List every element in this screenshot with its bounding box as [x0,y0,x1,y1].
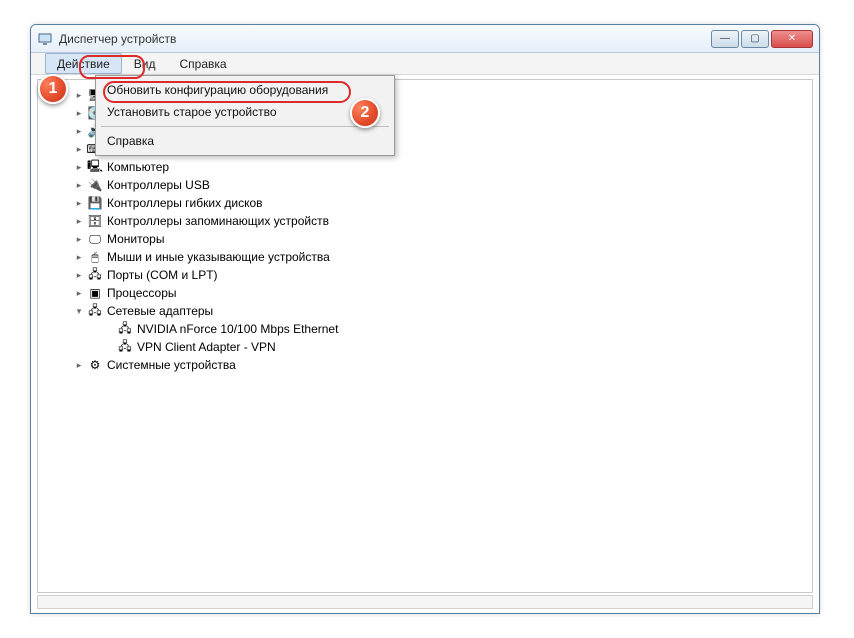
tree-child-node[interactable]: 🖧 VPN Client Adapter - VPN [42,338,812,356]
expand-icon[interactable]: ▸ [74,234,84,244]
window-controls: — ▢ ✕ [711,30,813,48]
menu-item-справка[interactable]: Справка [167,53,238,74]
tree-node-label: Процессоры [107,286,177,300]
tree-node-label: Контроллеры запоминающих устройств [107,214,329,228]
minimize-button[interactable]: — [711,30,739,48]
tree-node-label: VPN Client Adapter - VPN [137,340,276,354]
tree-node[interactable]: ▸🖳 Компьютер [42,158,812,176]
tree-node[interactable]: ▸🗄 Контроллеры запоминающих устройств [42,212,812,230]
device-tree-panel: ▸🖥Видеоадаптеры▸💽Дисковые устройства▸🔊Зв… [37,79,813,593]
tree-node[interactable]: ▸▣ Процессоры [42,284,812,302]
close-button[interactable]: ✕ [771,30,813,48]
cpu-icon: ▣ [87,285,103,301]
expand-icon[interactable]: ▸ [74,144,84,154]
tree-node-label: Порты (COM и LPT) [107,268,218,282]
expand-icon[interactable]: ▸ [74,198,84,208]
computer-icon: 🖳 [87,159,103,175]
annotation-badge-1: 1 [38,74,68,104]
tree-node[interactable]: ▸💾 Контроллеры гибких дисков [42,194,812,212]
expand-icon[interactable]: ▸ [74,180,84,190]
expand-icon[interactable]: ▸ [74,162,84,172]
tree-node-label: Контроллеры гибких дисков [107,196,263,210]
annotation-badge-2: 2 [350,98,380,128]
expand-icon[interactable]: ▸ [74,270,84,280]
nic-icon: 🖧 [117,321,133,337]
network-icon: 🖧 [87,303,103,319]
port-icon: 🖧 [87,267,103,283]
device-manager-window: Диспетчер устройств — ▢ ✕ ДействиеВидСпр… [30,24,820,614]
dropdown-item[interactable]: Обновить конфигурацию оборудования [99,79,391,101]
storage-ctrl-icon: 🗄 [87,213,103,229]
tree-node-label: Контроллеры USB [107,178,210,192]
dropdown-item[interactable]: Установить старое устройство [99,101,391,123]
tree-node-label: Сетевые адаптеры [107,304,213,318]
expand-icon[interactable]: ▸ [74,360,84,370]
dropdown-item[interactable]: Справка [99,130,391,152]
tree-node-label: Системные устройства [107,358,236,372]
titlebar: Диспетчер устройств — ▢ ✕ [31,25,819,53]
expand-icon[interactable]: ▸ [74,108,84,118]
expand-icon[interactable]: ▸ [74,252,84,262]
collapse-icon[interactable]: ▾ [74,306,84,316]
dropdown-separator [101,126,389,127]
tree-node[interactable]: ▾🖧 Сетевые адаптеры [42,302,812,320]
app-icon [37,31,53,47]
tree-node[interactable]: ▸🔌 Контроллеры USB [42,176,812,194]
tree-node[interactable]: ▸🖵 Мониторы [42,230,812,248]
mouse-icon: 🖱 [87,249,103,265]
tree-node[interactable]: ▸🖧 Порты (COM и LPT) [42,266,812,284]
monitor-icon: 🖵 [87,231,103,247]
expand-icon[interactable]: ▸ [74,126,84,136]
menubar: ДействиеВидСправка [31,53,819,75]
tree-node-label: NVIDIA nForce 10/100 Mbps Ethernet [137,322,338,336]
floppy-ctrl-icon: 💾 [87,195,103,211]
status-bar [37,595,813,609]
expand-icon[interactable] [104,324,114,334]
tree-node[interactable]: ▸⚙ Системные устройства [42,356,812,374]
tree-node-label: Мониторы [107,232,164,246]
nic-icon: 🖧 [117,339,133,355]
tree-node-label: Компьютер [107,160,169,174]
expand-icon[interactable]: ▸ [74,90,84,100]
expand-icon[interactable] [104,342,114,352]
expand-icon[interactable]: ▸ [74,216,84,226]
tree-node[interactable]: ▸🖱 Мыши и иные указывающие устройства [42,248,812,266]
usb-icon: 🔌 [87,177,103,193]
maximize-button[interactable]: ▢ [741,30,769,48]
system-icon: ⚙ [87,357,103,373]
window-title: Диспетчер устройств [59,32,711,46]
tree-child-node[interactable]: 🖧 NVIDIA nForce 10/100 Mbps Ethernet [42,320,812,338]
menu-item-действие[interactable]: Действие [45,53,122,74]
menu-item-вид[interactable]: Вид [122,53,168,74]
tree-node-label: Мыши и иные указывающие устройства [107,250,330,264]
expand-icon[interactable]: ▸ [74,288,84,298]
